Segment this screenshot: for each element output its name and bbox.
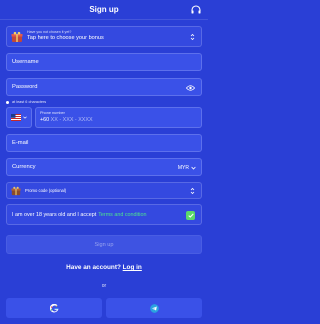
have-account-text: Have an account? [66,264,121,271]
or-text: or [101,283,107,289]
email-field[interactable]: E-mail [6,134,202,152]
gift-icon [11,31,23,42]
currency-label: Currency [12,164,36,170]
header: Sign up [0,0,208,20]
social-login-row [6,298,202,318]
password-placeholder: Password [12,84,38,90]
bullet-icon [6,100,9,104]
bonus-selector[interactable]: Have you not chosen it yet? Tap here to … [6,26,202,47]
email-placeholder: E-mail [12,140,29,146]
terms-checkbox[interactable] [186,211,195,220]
google-login-button[interactable] [6,298,102,318]
have-account-row: Have an account? Log in [6,264,202,271]
google-icon [49,303,58,312]
page-title: Sign up [89,5,119,14]
phone-placeholder: XX - XXX - XXXX [50,116,93,123]
login-link[interactable]: Log in [123,264,142,271]
chevron-down-icon [191,166,196,170]
headset-icon[interactable] [190,4,202,16]
chevron-up-down-icon [190,33,195,40]
chevron-up-down-icon [190,187,195,194]
chevron-down-icon [23,116,27,119]
currency-value: MYR [177,165,189,171]
terms-row: I am over 18 years old and I accept Term… [6,204,202,225]
or-divider: or [6,283,202,289]
signup-button[interactable]: Sign up [6,235,202,254]
phone-label: Phone number [40,110,65,115]
phone-prefix: +60 [40,116,50,123]
bonus-title: Tap here to choose your bonus [27,35,104,41]
promo-label: Promo code (optional) [25,188,67,193]
phone-number-field[interactable]: Phone number +60 XX - XXX - XXXX [35,107,202,128]
country-code-selector[interactable] [6,107,32,128]
password-field[interactable]: Password [6,78,202,96]
currency-select[interactable]: Currency MYR [6,158,202,176]
terms-text: I am over 18 years old and I accept [12,211,97,218]
us-flag-icon [11,114,21,121]
username-placeholder: Username [12,59,39,65]
eye-icon[interactable] [186,84,195,92]
telegram-icon [149,303,159,313]
password-hint-text: at least 6 characters [12,100,47,104]
checkmark-icon [187,213,194,218]
promo-code-selector[interactable]: Promo code (optional) [6,182,202,199]
gift-icon [11,186,21,195]
terms-link[interactable]: Terms and condition [98,212,146,218]
username-field[interactable]: Username [6,53,202,71]
password-hint: at least 6 characters [6,100,202,104]
telegram-login-button[interactable] [106,298,202,318]
